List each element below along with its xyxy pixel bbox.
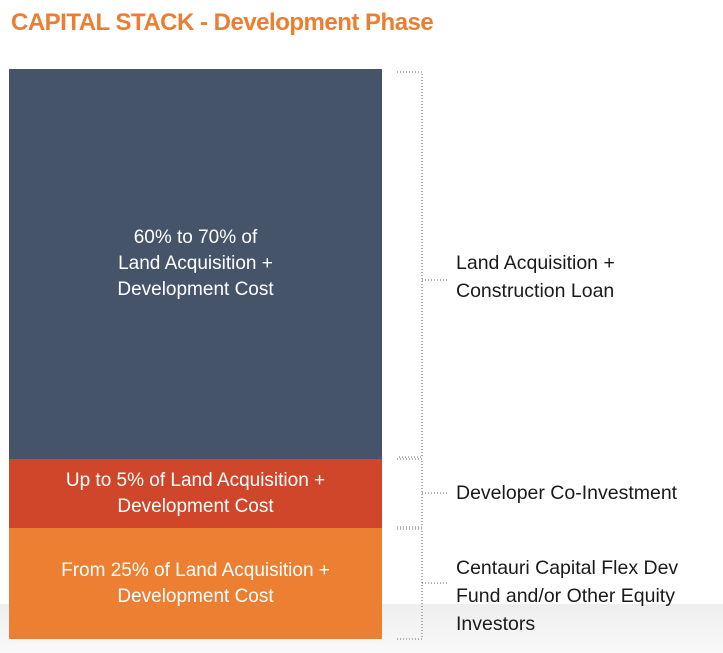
loan-label: Land Acquisition + Construction Loan [456, 252, 615, 302]
developer-block-text: Up to 5% of Land Acquisition + Developme… [65, 469, 326, 517]
loan-block: 60% to 70% of Land Acquisition + Develop… [9, 69, 382, 459]
equity-block: From 25% of Land Acquisition + Developme… [9, 528, 382, 639]
developer-block: Up to 5% of Land Acquisition + Developme… [9, 459, 382, 528]
loan-block-text: 60% to 70% of Land Acquisition + Develop… [117, 227, 274, 300]
equity-label: Centauri Capital Flex Dev Fund and/or Ot… [456, 557, 679, 635]
developer-label: Developer Co-Investment [456, 482, 678, 504]
page-title: CAPITAL STACK - Development Phase [11, 9, 434, 36]
loan-bracket [397, 71, 448, 458]
equity-block-text: From 25% of Land Acquisition + Developme… [61, 559, 330, 607]
developer-bracket [397, 458, 448, 528]
